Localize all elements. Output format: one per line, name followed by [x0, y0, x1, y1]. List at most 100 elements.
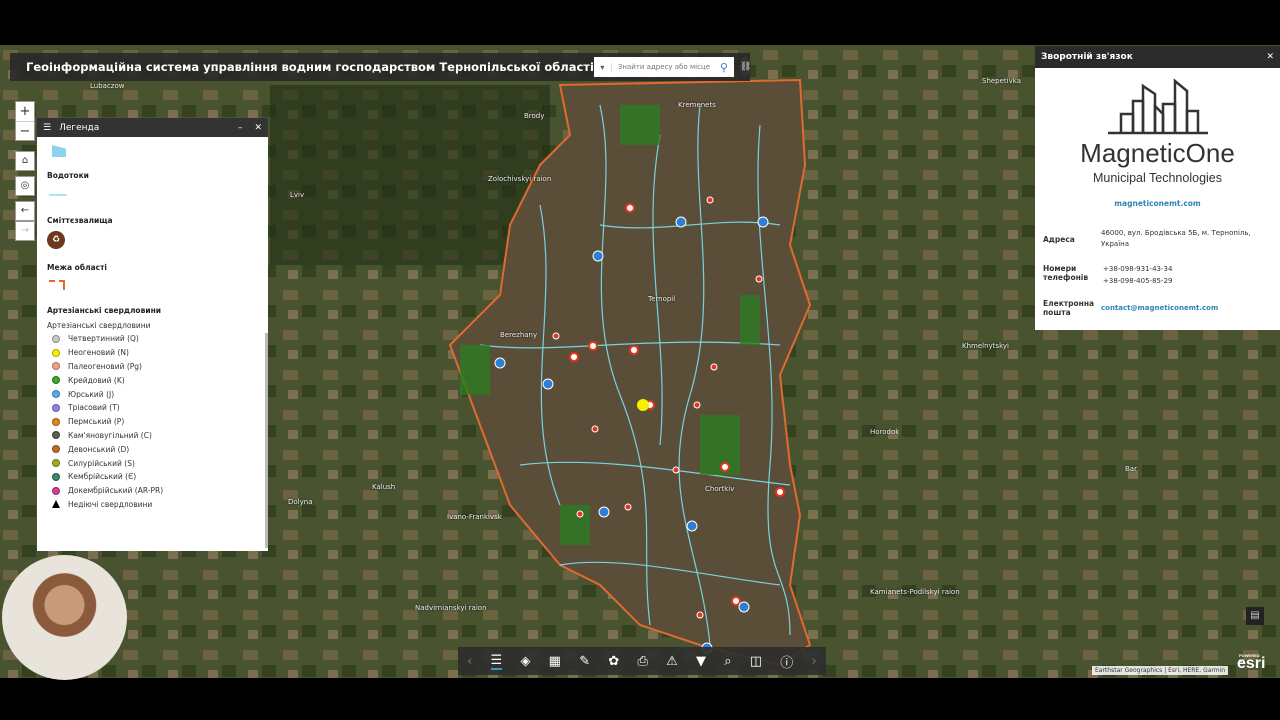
legend-item-label: Кам'яновугільний (C)	[68, 430, 152, 440]
email-link[interactable]: contact@magneticonemt.com	[1101, 304, 1272, 312]
zoom-out-button[interactable]: −	[16, 121, 34, 140]
circle-symbol-icon	[52, 403, 60, 412]
previous-extent-button[interactable]: ←	[15, 201, 35, 221]
legend-section-title: Межа області	[47, 263, 107, 272]
zoom-control: + −	[15, 101, 35, 141]
map-label: Chortkiv	[705, 485, 735, 493]
draw-pencil-icon[interactable]: ✎	[579, 654, 590, 669]
legend-item-label: Неогеновий (N)	[68, 348, 129, 358]
my-location-button[interactable]: ◎	[15, 176, 35, 196]
map-label: Kamianets-Podilskyi raion	[870, 588, 960, 596]
phone-number[interactable]: +38-098-405-85-29	[1103, 276, 1272, 287]
circle-symbol-icon	[52, 417, 60, 426]
map-label: Horodok	[870, 428, 900, 436]
map-attribution: Earthstar Geographics | Esri, HERE, Garm…	[1092, 666, 1229, 675]
city-buildings-logo	[1107, 78, 1208, 135]
legend-item: Крейдовий (K)	[52, 373, 258, 387]
address-value: 46000, вул. Бродівська 5Б, м. Тернопіль,…	[1101, 229, 1251, 249]
chevron-right-icon[interactable]: ›	[812, 654, 817, 669]
filter-icon[interactable]: ▼	[696, 654, 706, 669]
map-label: Khmelnytskyi	[962, 342, 1009, 350]
legend-sublabel: Артезіанські свердловини	[47, 321, 151, 330]
address-label: Адреса	[1043, 234, 1075, 244]
circle-symbol-icon	[52, 486, 60, 495]
legend-item: Кембрійський (Є)	[52, 470, 258, 484]
website-link[interactable]: magneticonemt.com	[1035, 199, 1280, 208]
legend-section-title: Водотоки	[47, 171, 89, 180]
legend-item: Кам'яновугільний (C)	[52, 429, 258, 443]
legend-scrollbar[interactable]	[265, 333, 268, 548]
app-title: Геоінформаційна система управління водни…	[26, 60, 594, 74]
search-input[interactable]	[611, 63, 714, 71]
legend-item: Силурійський (S)	[52, 456, 258, 470]
circle-symbol-icon	[52, 445, 60, 454]
share-link-icon[interactable]: ⛓	[739, 57, 752, 77]
presenter-webcam	[2, 555, 127, 680]
legend-item: Недіючі свердловини	[52, 498, 258, 512]
zoom-in-button[interactable]: +	[16, 102, 34, 121]
overview-map-button[interactable]: ▤	[1246, 607, 1264, 625]
circle-symbol-icon	[52, 390, 60, 399]
brand-name: MagneticOne	[1080, 138, 1235, 168]
warning-icon[interactable]: ⚠	[666, 654, 678, 669]
contact-panel: Зворотній зв'язок ✕ MagneticOne Municipal…	[1035, 46, 1280, 330]
legend-item: Неогеновий (N)	[52, 346, 258, 360]
legend-item: Юрський (J)	[52, 387, 258, 401]
layers-icon[interactable]: ◈	[520, 654, 530, 669]
search-source-dropdown[interactable]: ▾	[594, 62, 612, 72]
legend-item-label: Кембрійський (Є)	[68, 472, 137, 482]
minimize-button[interactable]: –	[238, 123, 243, 133]
circle-symbol-icon	[52, 431, 60, 440]
widget-toolbar: ‹ ☰ ◈ ▦ ✎ ✿ ⎙ ⚠ ▼ ⌕ ◫ ⓘ ›	[458, 647, 826, 675]
water-body-swatch	[52, 145, 66, 157]
legend-header: ☰ Легенда – ✕	[37, 118, 268, 137]
legend-item-label: Юрський (J)	[68, 389, 115, 399]
swipe-icon[interactable]: ◫	[750, 654, 762, 669]
circle-symbol-icon	[52, 459, 60, 468]
map-label: Kremenets	[678, 101, 716, 109]
legend-section-title: Сміттєзвалища	[47, 216, 113, 225]
circle-symbol-icon	[52, 334, 60, 343]
landfill-icon: ♻	[47, 231, 65, 249]
list-icon: ☰	[43, 122, 52, 133]
chevron-left-icon[interactable]: ‹	[467, 654, 472, 669]
map-label: Kalush	[372, 483, 396, 491]
phones-label: Номери телефонів	[1043, 264, 1089, 283]
map-label: Bar	[1125, 465, 1137, 473]
phone-number[interactable]: +38-098-931-43-34	[1103, 264, 1272, 275]
email-label: Електронна пошта	[1043, 298, 1095, 317]
contact-title: Зворотній зв'язок	[1041, 52, 1133, 62]
circle-symbol-icon	[52, 362, 60, 371]
legend-item: Докембрійський (AR-PR)	[52, 484, 258, 498]
map-label: Zolochivskyi raion	[488, 175, 552, 183]
circle-symbol-icon	[52, 348, 60, 357]
brand-tagline: Municipal Technologies	[1092, 171, 1223, 185]
home-button[interactable]: ⌂	[15, 151, 35, 171]
legend-item: Пермський (P)	[52, 415, 258, 429]
next-extent-button[interactable]: →	[15, 221, 35, 241]
legend-item-label: Четвертинний (Q)	[68, 334, 139, 344]
basemap-gallery-icon[interactable]: ▦	[549, 654, 561, 669]
map-label: Ternopil	[648, 295, 676, 303]
legend-list-icon[interactable]: ☰	[490, 653, 503, 670]
legend-item-label: Докембрійський (AR-PR)	[68, 486, 164, 496]
legend-item-label: Силурійський (S)	[68, 458, 135, 468]
close-button[interactable]: ✕	[254, 123, 262, 133]
search-box: ▾ ⚲	[593, 57, 734, 77]
legend-item: Палеогеновий (Pg)	[52, 360, 258, 374]
circle-symbol-icon	[52, 376, 60, 385]
print-icon[interactable]: ⎙	[637, 654, 647, 669]
search-icon[interactable]: ⚲	[714, 61, 734, 74]
close-button[interactable]: ✕	[1266, 52, 1274, 62]
info-icon[interactable]: ⓘ	[780, 652, 793, 671]
map-label: Dolyna	[288, 498, 313, 506]
legend-section-title: Артезіанські свердловини	[47, 306, 162, 315]
map-label: Lubaczow	[90, 82, 125, 90]
map-label: Ivano-Frankivsk	[447, 513, 502, 521]
map-label: Lviv	[290, 191, 305, 199]
legend-item-label: Недіючі свердловини	[68, 499, 153, 509]
legend-item-label: Крейдовий (K)	[68, 375, 125, 385]
query-icon[interactable]: ⌕	[724, 654, 731, 669]
legend-item-label: Девонський (D)	[68, 444, 130, 454]
analysis-icon[interactable]: ✿	[608, 654, 619, 669]
